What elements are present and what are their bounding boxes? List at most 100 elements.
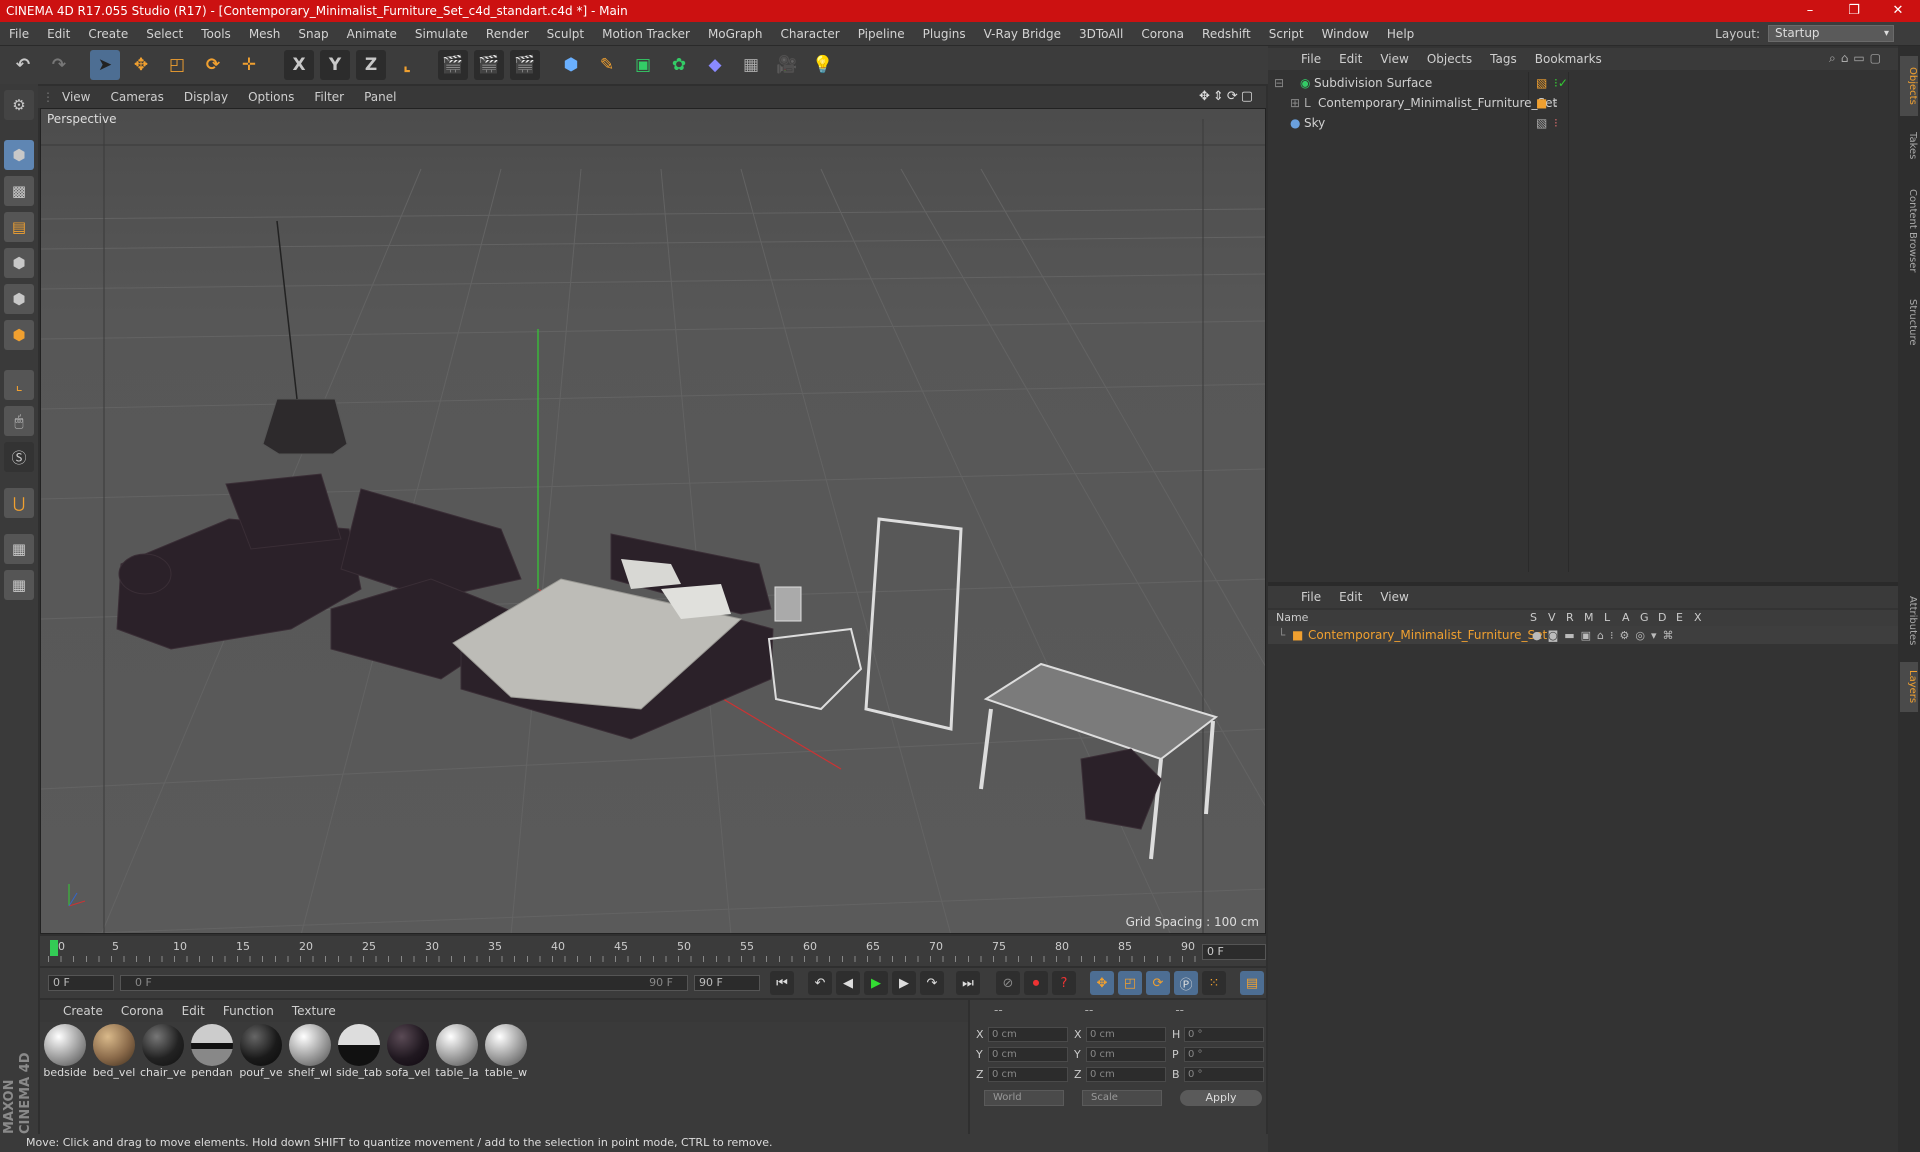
start-frame-field[interactable]: 0 F (48, 975, 114, 991)
menu-snap[interactable]: Snap (289, 27, 337, 41)
material-swatch[interactable]: chair_ve (140, 1024, 186, 1080)
subdivision-icon[interactable]: ▣ (628, 50, 658, 80)
mograph-cloner-icon[interactable]: ✿ (664, 50, 694, 80)
menu-motion-tracker[interactable]: Motion Tracker (593, 27, 699, 41)
size-mode-dropdown[interactable]: Scale (1082, 1090, 1162, 1106)
go-to-end-icon[interactable]: ⏭ (956, 971, 980, 995)
material-menu-texture[interactable]: Texture (283, 1004, 345, 1018)
layer-col-view[interactable]: V (1548, 611, 1556, 624)
menu-create[interactable]: Create (79, 27, 137, 41)
tree-expand-icon[interactable]: ⊞ (1290, 96, 1304, 110)
next-frame-icon[interactable]: ▶ (892, 971, 916, 995)
layer-col-expressions[interactable]: E (1676, 611, 1683, 624)
material-swatch[interactable]: bed_vel (91, 1024, 137, 1080)
object-menu-file[interactable]: File (1292, 52, 1330, 66)
menu-tools[interactable]: Tools (192, 27, 240, 41)
object-row-furniture-set[interactable]: ⊞ L Contemporary_Minimalist_Furniture_Se… (1274, 94, 1890, 112)
material-swatch[interactable]: table_la (434, 1024, 480, 1080)
layer-menu-view[interactable]: View (1371, 590, 1417, 604)
floor-icon[interactable]: ▦ (736, 50, 766, 80)
tab-attributes[interactable]: Attributes (1900, 586, 1918, 656)
menu-redshift[interactable]: Redshift (1193, 27, 1260, 41)
viewport-label[interactable]: Perspective (47, 112, 117, 126)
viewport-menu-panel[interactable]: Panel (354, 90, 406, 104)
object-row-sky[interactable]: ● Sky ▧ ⁝ (1274, 114, 1890, 132)
planar-workplane-icon[interactable]: ▦ (4, 570, 34, 600)
enabled-check-icon[interactable]: ⁝✓ (1554, 76, 1568, 90)
deformer-icon[interactable]: ◆ (700, 50, 730, 80)
redo-icon[interactable]: ↷ (44, 50, 74, 80)
end-frame-field[interactable]: 90 F (694, 975, 760, 991)
menu-vray-bridge[interactable]: V-Ray Bridge (975, 27, 1070, 41)
layer-col-solo[interactable]: S (1530, 611, 1537, 624)
play-icon[interactable]: ▶ (864, 971, 888, 995)
menu-pipeline[interactable]: Pipeline (849, 27, 914, 41)
material-swatch[interactable]: pouf_ve (238, 1024, 284, 1080)
layer-color-icon[interactable]: ■ (1292, 628, 1308, 642)
timeline-ruler[interactable]: 0 5 10 15 20 25 30 35 40 45 50 55 60 65 … (40, 936, 1266, 966)
object-menu-edit[interactable]: Edit (1330, 52, 1371, 66)
menu-character[interactable]: Character (771, 27, 848, 41)
menu-sculpt[interactable]: Sculpt (538, 27, 593, 41)
menu-edit[interactable]: Edit (38, 27, 79, 41)
model-mode-icon[interactable]: ⬢ (4, 140, 34, 170)
layer-col-render[interactable]: R (1566, 611, 1574, 624)
key-position-icon[interactable]: ✥ (1090, 971, 1114, 995)
layer-col-animation[interactable]: A (1622, 611, 1630, 624)
edges-mode-icon[interactable]: ⬢ (4, 284, 34, 314)
tab-takes[interactable]: Takes (1900, 124, 1918, 168)
viewport-menu-filter[interactable]: Filter (304, 90, 354, 104)
layer-col-manager[interactable]: M (1584, 611, 1594, 624)
object-menu-tags[interactable]: Tags (1481, 52, 1526, 66)
y-axis-lock-button[interactable]: Y (320, 50, 350, 80)
viewport-menu-options[interactable]: Options (238, 90, 304, 104)
layer-col-generators[interactable]: G (1640, 611, 1649, 624)
cube-primitive-icon[interactable]: ⬢ (556, 50, 586, 80)
object-menu-view[interactable]: View (1371, 52, 1417, 66)
tweak-mode-icon[interactable]: 🖱 (4, 406, 34, 436)
layer-toggle-icons[interactable]: ●◙▬▣⌂⁝⚙◎▾⌘ (1532, 629, 1680, 642)
visibility-dots-icon[interactable]: ⁝ (1554, 96, 1558, 110)
menu-file[interactable]: File (0, 27, 38, 41)
playhead-marker[interactable] (50, 940, 58, 956)
render-settings-icon[interactable]: 🎬 (510, 50, 540, 80)
position-x-field[interactable]: 0 cm (988, 1026, 1068, 1042)
size-z-field[interactable]: 0 cm (1086, 1066, 1166, 1082)
axis-mode-icon[interactable]: ⌞ (4, 370, 34, 400)
menu-corona[interactable]: Corona (1132, 27, 1193, 41)
solo-mode-icon[interactable]: Ⓢ (4, 442, 34, 472)
current-frame-field[interactable]: 0 F (1202, 944, 1266, 960)
snap-magnet-icon[interactable]: ⋃ (4, 488, 34, 518)
menu-plugins[interactable]: Plugins (914, 27, 975, 41)
live-selection-icon[interactable]: ➤ (90, 50, 120, 80)
autokey-icon[interactable]: ? (1052, 971, 1076, 995)
make-editable-icon[interactable]: ⚙ (4, 90, 34, 120)
coordinate-system-icon[interactable]: ⌞ (392, 50, 422, 80)
next-key-icon[interactable]: ↷ (920, 971, 944, 995)
object-menu-objects[interactable]: Objects (1418, 52, 1481, 66)
material-swatch[interactable]: bedside (42, 1024, 88, 1080)
menu-3dtoall[interactable]: 3DToAll (1070, 27, 1132, 41)
timeline-window-icon[interactable]: ▤ (1240, 971, 1264, 995)
tab-objects[interactable]: Objects (1900, 56, 1918, 116)
viewport-nav-icons[interactable]: ✥⇕⟳▢ (1199, 89, 1256, 104)
viewport-menu-display[interactable]: Display (174, 90, 238, 104)
minimize-button[interactable]: – (1788, 0, 1832, 22)
layer-col-locked[interactable]: L (1604, 611, 1610, 624)
camera-icon[interactable]: 🎥 (772, 50, 802, 80)
previous-frame-icon[interactable]: ◀ (836, 971, 860, 995)
scale-tool-icon[interactable]: ◰ (162, 50, 192, 80)
material-menu-create[interactable]: Create (54, 1004, 112, 1018)
size-y-field[interactable]: 0 cm (1086, 1046, 1166, 1062)
material-menu-function[interactable]: Function (214, 1004, 283, 1018)
texture-mode-icon[interactable]: ▩ (4, 176, 34, 206)
viewport-3d[interactable]: Perspective Grid Spacing : 100 cm (40, 108, 1266, 934)
light-icon[interactable]: 💡 (808, 50, 838, 80)
maximize-button[interactable]: ❐ (1832, 0, 1876, 22)
key-scale-icon[interactable]: ◰ (1118, 971, 1142, 995)
rotate-tool-icon[interactable]: ⟳ (198, 50, 228, 80)
tab-layers[interactable]: Layers (1900, 662, 1918, 712)
visibility-dots-icon[interactable]: ⁝ (1554, 116, 1558, 130)
points-mode-icon[interactable]: ⬢ (4, 248, 34, 278)
previous-key-icon[interactable]: ↶ (808, 971, 832, 995)
